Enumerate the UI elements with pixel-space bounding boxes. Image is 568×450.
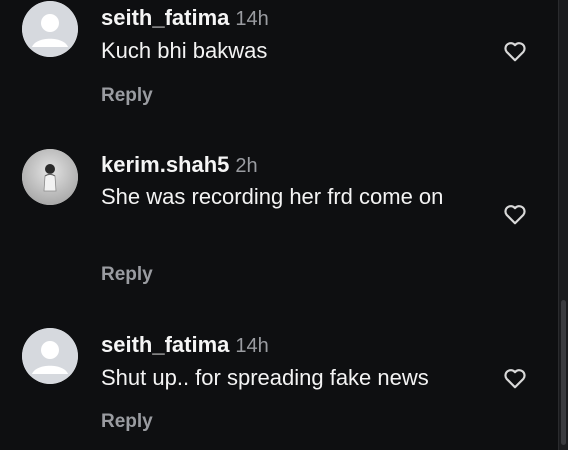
scrollbar[interactable] (558, 0, 568, 450)
default-avatar-icon[interactable] (22, 328, 78, 384)
timestamp: 2h (235, 155, 258, 177)
comment-text: Kuch bhi bakwas (101, 38, 268, 63)
heart-icon[interactable] (502, 365, 528, 391)
default-avatar-icon[interactable] (22, 1, 78, 57)
comment-header: seith_fatima 14h (101, 5, 269, 30)
heart-icon[interactable] (502, 201, 528, 227)
comment-item: seith_fatima 14h Kuch bhi bakwas Reply (0, 0, 556, 130)
reply-button[interactable]: Reply (101, 412, 153, 431)
timestamp: 14h (235, 8, 269, 30)
comment-header: kerim.shah5 2h (101, 152, 258, 177)
comment-item: seith_fatima 14h Shut up.. for spreading … (0, 320, 556, 450)
comment-header: seith_fatima 14h (101, 332, 269, 357)
username[interactable]: seith_fatima (101, 5, 229, 30)
comment-text: She was recording her frd come on (101, 184, 444, 209)
timestamp: 14h (235, 335, 269, 357)
comments-panel: seith_fatima 14h Kuch bhi bakwas Reply k… (0, 0, 568, 450)
username[interactable]: kerim.shah5 (101, 152, 229, 177)
reply-button[interactable]: Reply (101, 86, 153, 105)
comment-item: kerim.shah5 2h She was recording her frd … (0, 140, 556, 300)
username[interactable]: seith_fatima (101, 332, 229, 357)
reply-button[interactable]: Reply (101, 265, 153, 284)
user-photo[interactable] (22, 149, 78, 205)
comment-text: Shut up.. for spreading fake news (101, 365, 429, 390)
heart-icon[interactable] (502, 38, 528, 64)
scrollbar-thumb[interactable] (561, 300, 566, 445)
